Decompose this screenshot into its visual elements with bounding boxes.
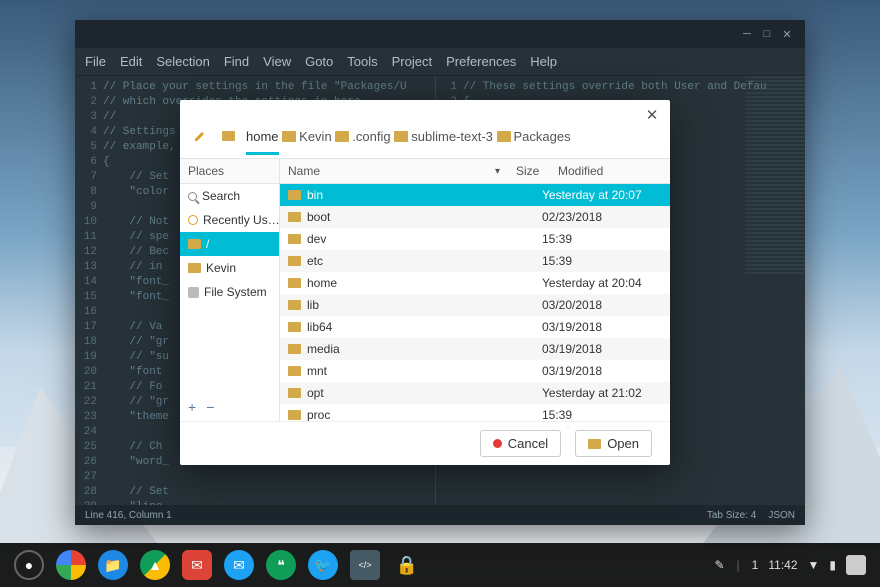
file-row[interactable]: proc15:39 (280, 404, 670, 421)
drive-icon[interactable]: ▲ (140, 550, 170, 580)
avatar[interactable] (846, 555, 866, 575)
file-row[interactable]: media03/19/2018 (280, 338, 670, 360)
notification-badge[interactable]: 1 (752, 558, 759, 572)
window-titlebar: ─ □ ✕ (75, 20, 805, 48)
place-kevin[interactable]: Kevin (180, 256, 279, 280)
menu-file[interactable]: File (85, 54, 106, 69)
hangouts-icon[interactable]: ❝ (266, 550, 296, 580)
close-window-button[interactable]: ✕ (777, 28, 797, 41)
pen-icon[interactable]: ✎ (714, 558, 724, 572)
menu-help[interactable]: Help (530, 54, 557, 69)
folder-icon (218, 126, 238, 146)
chrome-icon[interactable] (56, 550, 86, 580)
cancel-button[interactable]: Cancel (480, 430, 561, 457)
column-name[interactable]: Name (288, 164, 320, 178)
menu-find[interactable]: Find (224, 54, 249, 69)
breadcrumb-sublimetext3[interactable]: sublime-text-3 (394, 129, 493, 144)
open-button[interactable]: Open (575, 430, 652, 457)
minimize-button[interactable]: ─ (737, 28, 757, 40)
place-search[interactable]: Search (180, 184, 279, 208)
syntax-mode[interactable]: JSON (768, 510, 795, 521)
launcher-icon[interactable]: ● (14, 550, 44, 580)
dialog-footer: Cancel Open (180, 421, 670, 465)
file-row[interactable]: lib6403/19/2018 (280, 316, 670, 338)
statusbar: Line 416, Column 1 Tab Size: 4 JSON (75, 505, 805, 525)
place-recentlyus[interactable]: Recently Us… (180, 208, 279, 232)
minimap[interactable] (745, 76, 805, 276)
folder-icon (288, 366, 301, 376)
folder-icon (288, 212, 301, 222)
menu-view[interactable]: View (263, 54, 291, 69)
folder-icon (288, 234, 301, 244)
file-row[interactable]: lib03/20/2018 (280, 294, 670, 316)
file-row[interactable]: boot02/23/2018 (280, 206, 670, 228)
add-bookmark-button[interactable]: + (188, 399, 196, 415)
folder-icon (288, 300, 301, 310)
column-size[interactable]: Size (508, 159, 550, 184)
breadcrumb-Packages[interactable]: Packages (497, 129, 571, 144)
folder-icon (288, 256, 301, 266)
file-row[interactable]: optYesterday at 21:02 (280, 382, 670, 404)
search-icon (188, 192, 197, 201)
file-list-header: Name ▾ Size Modified (280, 159, 670, 184)
menu-selection[interactable]: Selection (156, 54, 209, 69)
wifi-icon[interactable]: ▼ (808, 558, 820, 572)
places-actions: + − (180, 393, 279, 421)
record-icon (493, 439, 502, 448)
folder-icon (288, 190, 301, 200)
cancel-label: Cancel (508, 436, 548, 451)
folder-icon (288, 410, 301, 420)
folder-icon (288, 322, 301, 332)
clock-icon (188, 215, 198, 225)
remove-bookmark-button[interactable]: − (206, 399, 214, 415)
breadcrumb-home[interactable]: home (246, 129, 279, 155)
menu-edit[interactable]: Edit (120, 54, 142, 69)
menu-goto[interactable]: Goto (305, 54, 333, 69)
folder-icon (288, 344, 301, 354)
file-open-dialog: ✕ home Kevin .config sublime-text-3 Pack… (180, 100, 670, 465)
folder-icon (588, 439, 601, 449)
file-list-pane: Name ▾ Size Modified binYesterday at 20:… (280, 159, 670, 421)
file-row[interactable]: etc15:39 (280, 250, 670, 272)
battery-icon[interactable]: ▮ (829, 558, 836, 572)
places-sidebar: Places SearchRecently Us…/KevinFile Syst… (180, 159, 280, 421)
breadcrumb-Kevin[interactable]: Kevin (282, 129, 332, 144)
close-dialog-button[interactable]: ✕ (642, 106, 662, 126)
clock[interactable]: 11:42 (768, 558, 797, 572)
terminal-icon[interactable]: </> (350, 550, 380, 580)
file-row[interactable]: homeYesterday at 20:04 (280, 272, 670, 294)
line-gutter: 1234567891011121314151617181920212223242… (75, 76, 103, 505)
open-label: Open (607, 436, 639, 451)
cursor-position: Line 416, Column 1 (85, 510, 172, 521)
menubar: File Edit Selection Find View Goto Tools Projec… (75, 48, 805, 76)
breadcrumb-config[interactable]: .config (335, 129, 390, 144)
folder-icon (188, 263, 201, 273)
place-[interactable]: / (180, 232, 279, 256)
file-row[interactable]: binYesterday at 20:07 (280, 184, 670, 206)
twitter-icon[interactable]: 🐦 (308, 550, 338, 580)
edit-path-icon[interactable] (190, 126, 210, 146)
folder-icon (288, 388, 301, 398)
file-row[interactable]: mnt03/19/2018 (280, 360, 670, 382)
places-header: Places (180, 159, 279, 184)
file-list[interactable]: binYesterday at 20:07boot02/23/2018dev15… (280, 184, 670, 421)
folder-icon (288, 278, 301, 288)
menu-tools[interactable]: Tools (347, 54, 377, 69)
maximize-button[interactable]: □ (757, 28, 777, 40)
disk-icon (188, 287, 199, 298)
file-row[interactable]: dev15:39 (280, 228, 670, 250)
column-modified[interactable]: Modified (550, 159, 670, 184)
sort-indicator-icon[interactable]: ▾ (495, 166, 500, 177)
tab-size[interactable]: Tab Size: 4 (707, 510, 756, 521)
files-app-icon[interactable]: 📁 (98, 550, 128, 580)
messages-icon[interactable]: ✉ (224, 550, 254, 580)
taskbar: ● 📁 ▲ ✉ ✉ ❝ 🐦 </> 🔒 ✎ | 1 11:42 ▼ ▮ (0, 543, 880, 587)
lock-icon[interactable]: 🔒 (392, 550, 422, 580)
gmail-icon[interactable]: ✉ (182, 550, 212, 580)
place-filesystem[interactable]: File System (180, 280, 279, 304)
folder-icon (188, 239, 201, 249)
breadcrumb-bar: home Kevin .config sublime-text-3 Packag… (180, 114, 670, 158)
menu-project[interactable]: Project (392, 54, 432, 69)
menu-preferences[interactable]: Preferences (446, 54, 516, 69)
